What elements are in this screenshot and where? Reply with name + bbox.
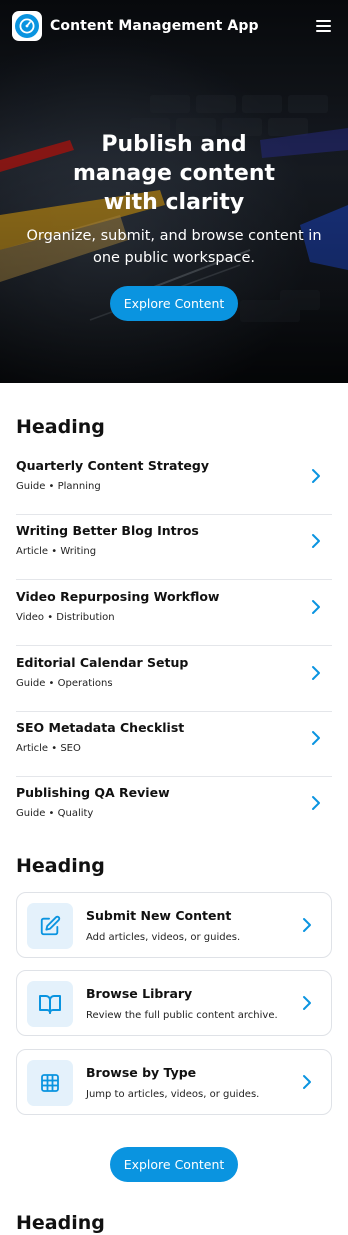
list-item-meta: Guide • Quality bbox=[16, 808, 94, 819]
list-item-title: Publishing QA Review bbox=[16, 785, 170, 800]
browse-library-card[interactable]: Browse Library Review the full public co… bbox=[16, 970, 332, 1036]
chevron-right-icon bbox=[312, 534, 320, 548]
list-item-title: Writing Better Blog Intros bbox=[16, 523, 199, 538]
card-title: Browse Library bbox=[86, 986, 193, 1001]
explore-content-cta-wrapper: Explore Content bbox=[0, 1147, 348, 1182]
list-item-meta: Guide • Planning bbox=[16, 481, 101, 492]
hero-banner: Publish and manage content with clarity … bbox=[0, 0, 348, 383]
hero-content: Publish and manage content with clarity … bbox=[0, 130, 348, 321]
chevron-right-icon bbox=[312, 469, 320, 483]
list-item-meta: Article • Writing bbox=[16, 546, 97, 557]
chevron-right-icon bbox=[312, 796, 320, 810]
list-item[interactable]: Publishing QA Review Guide • Quality bbox=[16, 777, 332, 842]
hero-title: Publish and manage content with clarity bbox=[72, 132, 276, 215]
list-item[interactable]: Video Repurposing Workflow Video • Distr… bbox=[16, 581, 332, 646]
section-heading-actions: Heading bbox=[16, 855, 105, 877]
browse-by-type-card[interactable]: Browse by Type Jump to articles, videos,… bbox=[16, 1049, 332, 1115]
chevron-right-icon bbox=[312, 600, 320, 614]
card-title: Submit New Content bbox=[86, 908, 232, 923]
chevron-right-icon bbox=[312, 666, 320, 680]
list-item[interactable]: Editorial Calendar Setup Guide • Operati… bbox=[16, 647, 332, 712]
list-item-title: SEO Metadata Checklist bbox=[16, 720, 185, 735]
book-icon bbox=[39, 995, 61, 1014]
list-item-title: Quarterly Content Strategy bbox=[16, 458, 209, 473]
card-icon-container bbox=[27, 903, 73, 949]
list-item[interactable]: Quarterly Content Strategy Guide • Plann… bbox=[16, 450, 332, 515]
top-navigation-bar: Content Management App bbox=[0, 0, 348, 52]
card-title: Browse by Type bbox=[86, 1065, 197, 1080]
hamburger-menu-icon[interactable] bbox=[310, 13, 336, 39]
list-item-title: Video Repurposing Workflow bbox=[16, 589, 220, 604]
card-description: Review the full public content archive. bbox=[86, 1010, 278, 1021]
explore-content-button-secondary[interactable]: Explore Content bbox=[109, 1147, 239, 1182]
chevron-right-icon bbox=[303, 1075, 311, 1089]
gauge-icon bbox=[19, 18, 35, 34]
chevron-right-icon bbox=[312, 731, 320, 745]
grid-icon bbox=[41, 1074, 59, 1092]
list-item-title: Editorial Calendar Setup bbox=[16, 655, 189, 670]
list-item[interactable]: SEO Metadata Checklist Article • SEO bbox=[16, 712, 332, 777]
app-title: Content Management App bbox=[50, 18, 259, 34]
hero-subtitle: Organize, submit, and browse content in … bbox=[26, 228, 322, 266]
card-description: Add articles, videos, or guides. bbox=[86, 932, 241, 943]
section-heading-content-list: Heading bbox=[16, 416, 105, 438]
chevron-right-icon bbox=[303, 918, 311, 932]
edit-icon bbox=[40, 915, 61, 936]
app-logo[interactable] bbox=[12, 11, 42, 41]
card-icon-container bbox=[27, 1060, 73, 1106]
explore-content-button[interactable]: Explore Content bbox=[109, 286, 239, 321]
list-item-meta: Video • Distribution bbox=[16, 612, 115, 623]
card-description: Jump to articles, videos, or guides. bbox=[86, 1089, 260, 1100]
submit-content-card[interactable]: Submit New Content Add articles, videos,… bbox=[16, 892, 332, 958]
list-item-meta: Guide • Operations bbox=[16, 678, 113, 689]
list-item-meta: Article • SEO bbox=[16, 743, 81, 754]
list-item[interactable]: Writing Better Blog Intros Article • Wri… bbox=[16, 515, 332, 580]
card-icon-container bbox=[27, 981, 73, 1027]
section-heading-footer: Heading bbox=[16, 1212, 105, 1234]
chevron-right-icon bbox=[303, 996, 311, 1010]
